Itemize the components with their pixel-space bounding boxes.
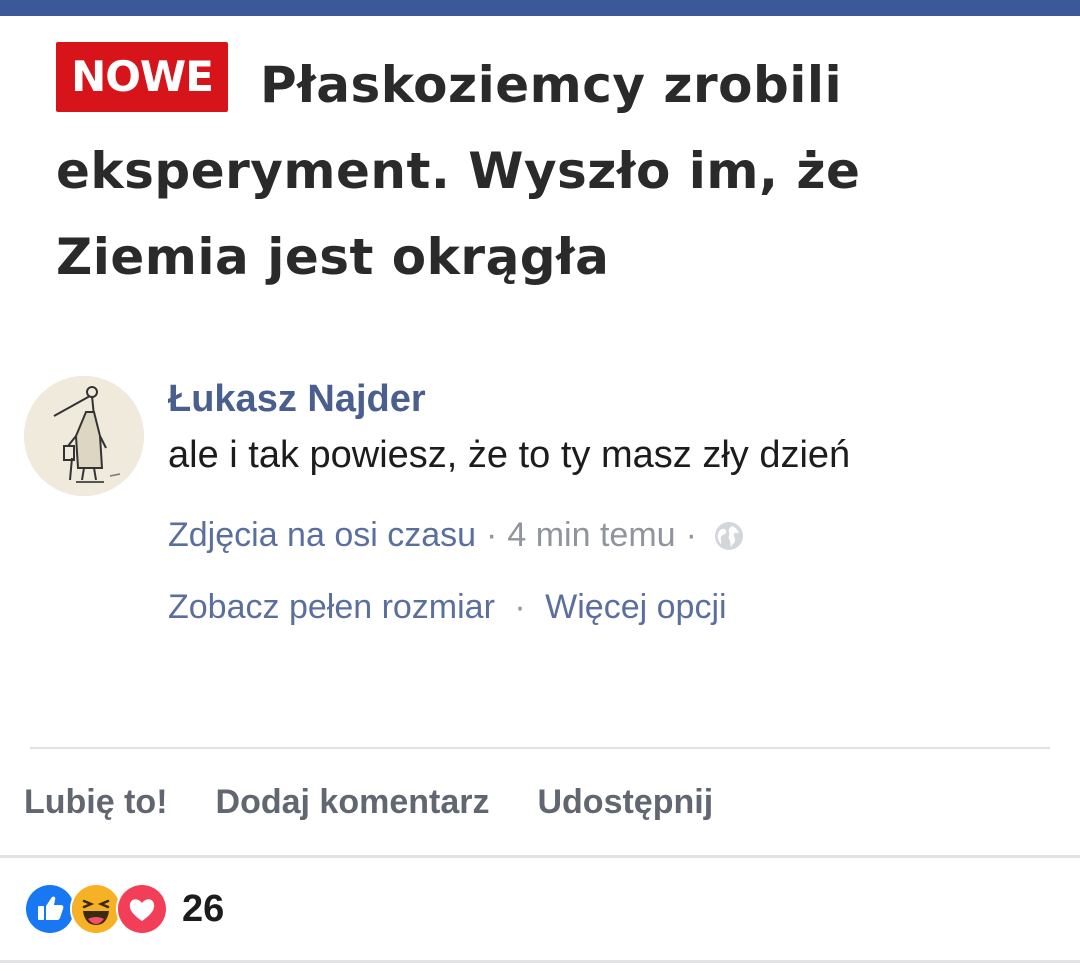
more-options-link[interactable]: Więcej opcji — [545, 588, 726, 626]
separator: · — [486, 516, 498, 554]
love-icon — [116, 883, 168, 935]
timestamp[interactable]: 4 min temu — [507, 516, 675, 555]
action-bar: Lubię to! Dodaj komentarz Udostępnij — [24, 780, 713, 824]
comment-meta: Zdjęcia na osi czasu · 4 min temu · — [168, 516, 745, 555]
comment-author[interactable]: Łukasz Najder — [168, 378, 426, 421]
globe-icon — [713, 520, 745, 552]
post-photo[interactable]: NOWE Płaskoziemcy zrobili eksperyment. W… — [40, 28, 890, 290]
like-icon — [24, 883, 76, 935]
photo-page: NOWE Płaskoziemcy zrobili eksperyment. W… — [0, 0, 1080, 971]
haha-icon — [70, 883, 122, 935]
reaction-count: 26 — [182, 887, 225, 930]
separator: · — [514, 588, 526, 626]
album-link[interactable]: Zdjęcia na osi czasu — [168, 516, 476, 555]
avatar-drawing-icon — [24, 376, 144, 496]
separator: · — [685, 516, 697, 554]
divider — [0, 855, 1080, 858]
share-button[interactable]: Udostępnij — [537, 783, 713, 822]
reactions-summary[interactable]: 26 — [24, 883, 225, 935]
like-button[interactable]: Lubię to! — [24, 783, 168, 822]
photo-options: Zobacz pełen rozmiar · Więcej opcji — [168, 588, 727, 627]
photo-headline: Płaskoziemcy zrobili eksperyment. Wyszło… — [56, 56, 861, 286]
avatar[interactable] — [24, 376, 144, 496]
full-size-link[interactable]: Zobacz pełen rozmiar — [168, 588, 495, 626]
divider — [30, 747, 1050, 749]
top-bar — [0, 0, 1080, 16]
divider — [0, 960, 1080, 963]
comment-text: ale i tak powiesz, że to ty masz zły dzi… — [168, 434, 851, 476]
add-comment-button[interactable]: Dodaj komentarz — [216, 783, 490, 822]
